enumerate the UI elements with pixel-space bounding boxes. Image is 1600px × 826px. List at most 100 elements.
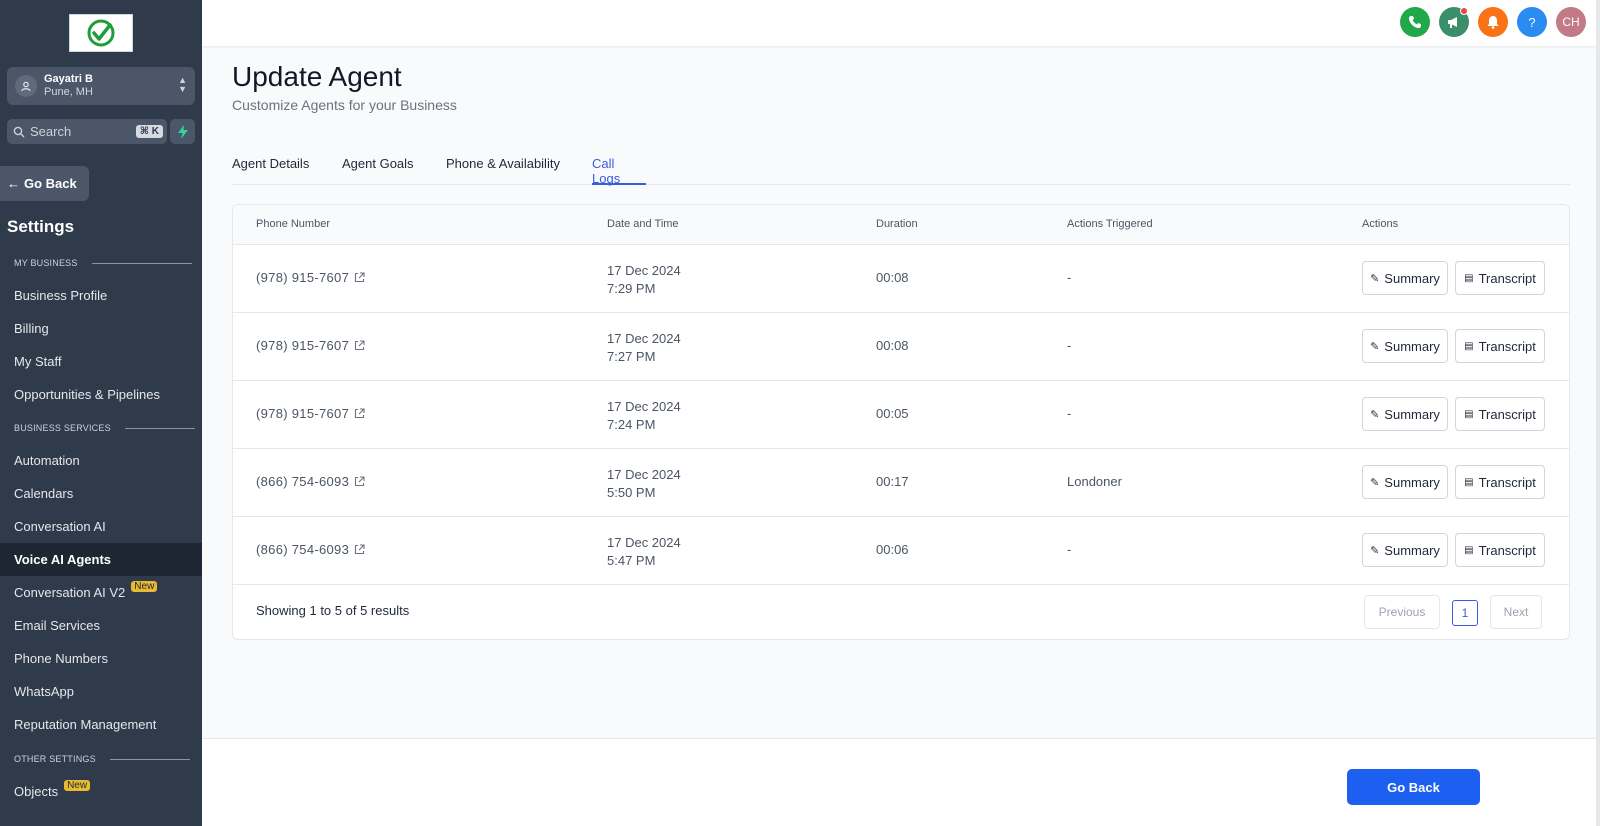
sidebar-item-calendars[interactable]: Calendars [0,477,202,510]
summary-button[interactable]: ✎ Summary [1362,533,1448,567]
go-back-button[interactable]: Go Back [1347,769,1480,805]
table-row: (978) 915-7607 17 Dec 2024 7:27 PM 00:08 … [233,313,1569,381]
sidebar-item-objects[interactable]: Objects New [0,775,202,808]
pencil-icon: ✎ [1370,340,1380,353]
sidebar: Gayatri B Pune, MH ▲ ▼ Search ⌘ K ← Go Ba… [0,0,202,826]
table-footer: Showing 1 to 5 of 5 results Previous 1 N… [233,579,1569,639]
column-header-phone: Phone Number [256,218,330,230]
sidebar-item-conversation-ai[interactable]: Conversation AI [0,510,202,543]
phone-link[interactable]: (978) 915-7607 [256,406,365,421]
page-scrollbar[interactable] [1596,0,1600,826]
help-button[interactable]: ? [1517,7,1547,37]
chevron-updown-icon: ▲ ▼ [178,75,187,94]
sidebar-item-reputation-management[interactable]: Reputation Management [0,708,202,741]
section-my-business: MY BUSINESS [14,258,192,268]
table-row: (978) 915-7607 17 Dec 2024 7:24 PM 00:05 … [233,381,1569,449]
bell-icon [1487,16,1499,29]
pencil-icon: ✎ [1370,476,1380,489]
search-placeholder: Search [30,124,72,139]
company-logo[interactable] [69,14,133,52]
pencil-icon: ✎ [1370,544,1380,557]
transcript-button[interactable]: ▤ Transcript [1455,465,1545,499]
call-date: 17 Dec 2024 [607,331,681,346]
actions-triggered: - [1067,338,1072,353]
phone-link[interactable]: (866) 754-6093 [256,474,365,489]
actions-triggered: - [1067,542,1072,557]
external-link-icon [355,272,365,283]
external-link-icon [355,476,365,487]
page-title: Update Agent [232,61,402,92]
summary-button[interactable]: ✎ Summary [1362,261,1448,295]
summary-button[interactable]: ✎ Summary [1362,329,1448,363]
summary-button[interactable]: ✎ Summary [1362,465,1448,499]
user-avatar[interactable]: CH [1556,7,1586,37]
sidebar-item-my-staff[interactable]: My Staff [0,345,202,378]
external-link-icon [355,340,365,351]
table-row: (866) 754-6093 17 Dec 2024 5:47 PM 00:06 … [233,517,1569,585]
next-page-button[interactable]: Next [1490,595,1542,629]
help-icon: ? [1528,14,1536,30]
tab-call-logs[interactable]: Call Logs [592,156,646,186]
call-time: 5:47 PM [607,553,656,568]
transcript-button[interactable]: ▤ Transcript [1455,533,1545,567]
column-header-actions-triggered: Actions Triggered [1067,218,1153,230]
call-date: 17 Dec 2024 [607,535,681,550]
quick-actions-button[interactable] [170,119,195,144]
lightning-icon [177,124,188,139]
top-bar: ? CH [202,0,1596,46]
sidebar-item-automation[interactable]: Automation [0,444,202,477]
page-number-1[interactable]: 1 [1452,600,1478,626]
call-duration: 00:08 [876,338,909,353]
tab-phone-availability[interactable]: Phone & Availability [446,156,560,185]
arrow-left-icon: ← [7,176,20,191]
phone-button[interactable] [1400,7,1430,37]
pencil-icon: ✎ [1370,408,1380,421]
section-business-services: BUSINESS SERVICES [14,423,195,433]
sidebar-item-voice-ai-agents[interactable]: Voice AI Agents [0,543,202,576]
call-time: 5:50 PM [607,485,656,500]
account-location: Pune, MH [44,86,93,98]
tab-bar: Agent Details Agent Goals Phone & Availa… [232,156,1570,186]
call-date: 17 Dec 2024 [607,467,681,482]
new-badge: New [131,581,158,592]
transcript-button[interactable]: ▤ Transcript [1455,329,1545,363]
phone-icon [1409,16,1421,28]
check-circle-icon [87,19,115,47]
sidebar-item-email-services[interactable]: Email Services [0,609,202,642]
tab-agent-goals[interactable]: Agent Goals [342,156,414,185]
document-icon: ▤ [1464,272,1474,284]
call-logs-table: Phone Number Date and Time Duration Acti… [232,204,1570,640]
results-count: Showing 1 to 5 of 5 results [256,603,410,618]
sidebar-item-phone-numbers[interactable]: Phone Numbers [0,642,202,675]
notifications-button[interactable] [1478,7,1508,37]
account-switcher[interactable]: Gayatri B Pune, MH ▲ ▼ [7,67,195,105]
sidebar-item-billing[interactable]: Billing [0,312,202,345]
search-input[interactable]: Search ⌘ K [7,119,167,144]
phone-link[interactable]: (866) 754-6093 [256,542,365,557]
announcements-button[interactable] [1439,7,1469,37]
document-icon: ▤ [1464,408,1474,420]
table-row: (978) 915-7607 17 Dec 2024 7:29 PM 00:08 … [233,245,1569,313]
megaphone-icon [1448,17,1457,28]
column-header-date: Date and Time [607,218,679,230]
document-icon: ▤ [1464,476,1474,488]
tab-agent-details[interactable]: Agent Details [232,156,309,185]
sidebar-item-opportunities[interactable]: Opportunities & Pipelines [0,378,202,411]
account-name: Gayatri B [44,73,93,85]
previous-page-button[interactable]: Previous [1364,595,1440,629]
call-duration: 00:17 [876,474,909,489]
transcript-button[interactable]: ▤ Transcript [1455,397,1545,431]
call-duration: 00:06 [876,542,909,557]
sidebar-item-whatsapp[interactable]: WhatsApp [0,675,202,708]
sidebar-go-back-button[interactable]: ← Go Back [0,166,89,201]
table-header: Phone Number Date and Time Duration Acti… [233,205,1569,245]
phone-link[interactable]: (978) 915-7607 [256,338,365,353]
table-row: (866) 754-6093 17 Dec 2024 5:50 PM 00:17 … [233,449,1569,517]
summary-button[interactable]: ✎ Summary [1362,397,1448,431]
phone-link[interactable]: (978) 915-7607 [256,270,365,285]
call-date: 17 Dec 2024 [607,399,681,414]
sidebar-item-business-profile[interactable]: Business Profile [0,279,202,312]
search-icon [13,126,25,137]
sidebar-item-conversation-ai-v2[interactable]: Conversation AI V2 New [0,576,202,609]
transcript-button[interactable]: ▤ Transcript [1455,261,1545,295]
